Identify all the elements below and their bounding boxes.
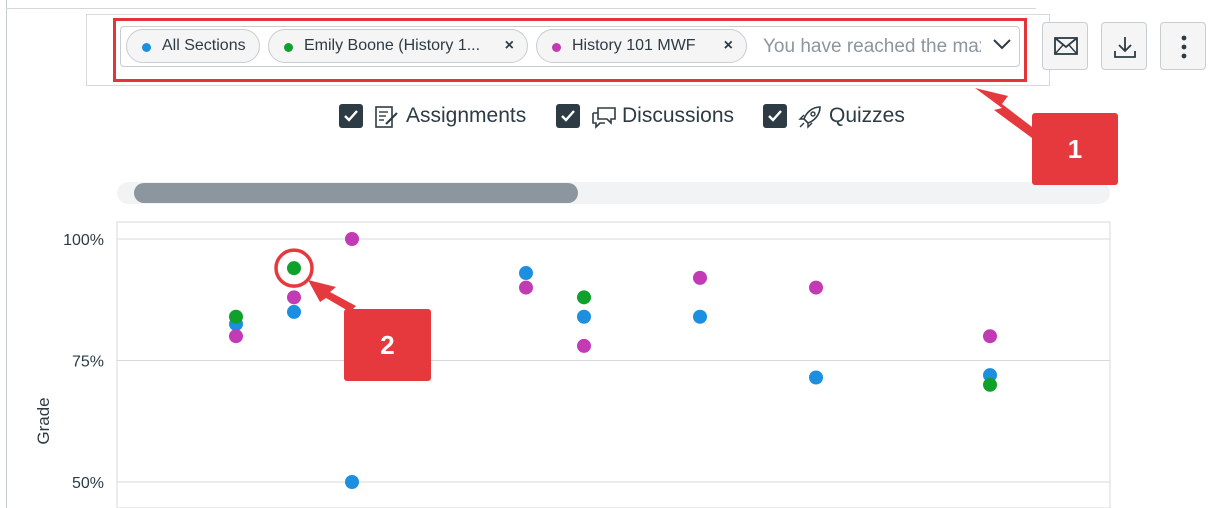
- data-point: [287, 290, 301, 305]
- callout-badge-2: 2: [344, 309, 431, 381]
- data-point: [519, 266, 533, 281]
- data-point: [287, 261, 301, 276]
- data-point: [577, 338, 591, 353]
- callout-badge-1: 1: [1032, 113, 1118, 185]
- grade-scatter-chart: 100% 75% 50% Grade: [34, 88, 1111, 508]
- data-point: [809, 370, 823, 385]
- y-tick-label: 75%: [72, 354, 104, 371]
- data-point: [983, 329, 997, 344]
- data-point: [287, 304, 301, 319]
- data-point: [577, 290, 591, 305]
- data-point: [345, 475, 359, 489]
- data-point: [229, 329, 243, 344]
- data-point: [809, 280, 823, 295]
- callout-arrow-1: [975, 88, 1036, 138]
- plot-area: [116, 221, 1111, 508]
- data-point: [983, 377, 997, 392]
- data-point: [693, 309, 707, 324]
- data-point: [693, 270, 707, 285]
- y-axis-label: Grade: [34, 397, 53, 444]
- y-tick-label: 100%: [63, 232, 104, 249]
- data-point: [229, 309, 243, 324]
- y-tick-label: 50%: [72, 475, 104, 492]
- data-point: [345, 232, 359, 246]
- data-point: [577, 309, 591, 324]
- data-point: [519, 280, 533, 295]
